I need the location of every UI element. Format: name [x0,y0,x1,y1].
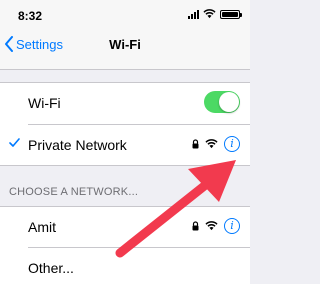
page-title: Wi-Fi [109,37,141,52]
wifi-toggle-row: Wi-Fi [0,83,250,124]
network-name: Amit [28,219,56,235]
lock-icon [192,139,199,149]
lock-icon [192,221,199,231]
connected-network-name: Private Network [28,137,127,153]
wifi-group: Wi-Fi Private Network i [0,82,250,166]
wifi-toggle[interactable] [204,91,240,113]
network-icons: i [192,136,240,152]
networks-group: Amit i Other... [0,206,250,284]
wifi-toggle-label: Wi-Fi [28,95,61,111]
network-icons: i [192,218,240,234]
status-icons [188,9,242,19]
info-icon[interactable]: i [224,136,240,152]
network-name: Other... [28,260,74,276]
section-header: CHOOSE A NETWORK... [9,186,139,198]
network-row-other[interactable]: Other... [0,248,250,284]
checkmark-icon [9,138,20,147]
status-and-nav-bar: 8:32 Settings Wi-Fi [0,0,250,70]
connected-network-row[interactable]: Private Network i [0,125,250,166]
wifi-icon [205,139,218,149]
toggle-knob [219,92,239,112]
battery-icon [220,9,242,19]
info-icon[interactable]: i [224,218,240,234]
wifi-status-icon [203,9,216,19]
wifi-icon [205,221,218,231]
network-row-amit[interactable]: Amit i [0,207,250,248]
cellular-signal-icon [188,9,199,19]
status-time: 8:32 [18,9,43,23]
